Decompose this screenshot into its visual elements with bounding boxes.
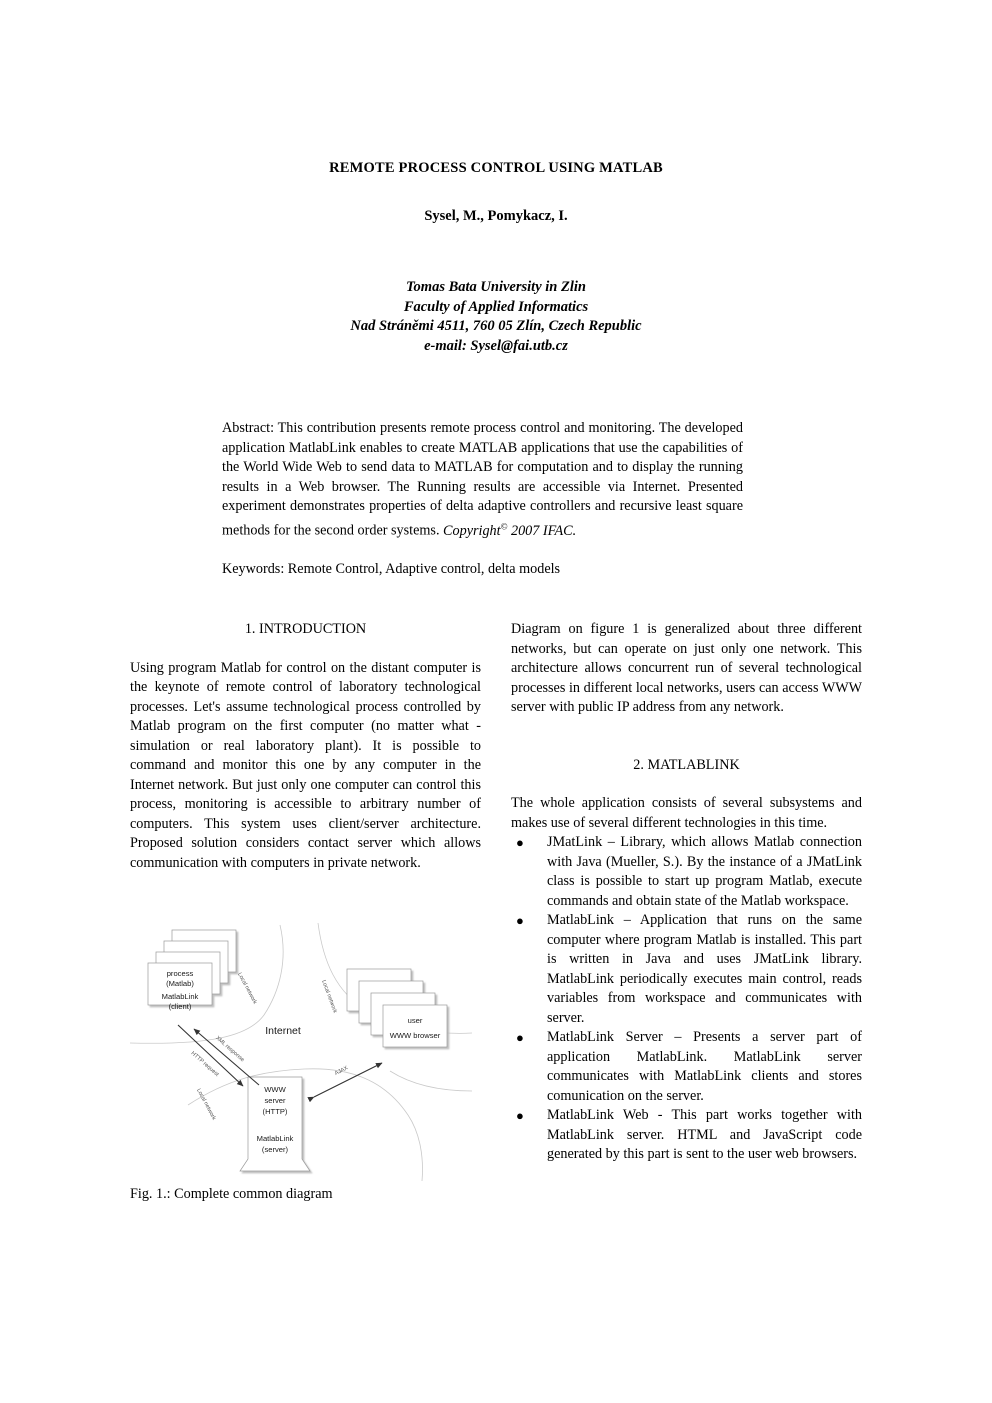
server-label-line-5: (server) bbox=[262, 1145, 289, 1154]
copyright-year: 2007 IFAC. bbox=[507, 522, 577, 539]
list-item: ● JMatLink – Library, which allows Matla… bbox=[511, 833, 862, 911]
left-column: 1. INTRODUCTION Using program Matlab for… bbox=[130, 620, 481, 873]
bullet-icon: ● bbox=[516, 1030, 524, 1045]
process-label-line-4: (client) bbox=[169, 1002, 192, 1011]
list-item: ● MatlabLink Web - This part works toget… bbox=[511, 1106, 862, 1165]
abstract-block: Abstract: This contribution presents rem… bbox=[222, 419, 743, 580]
affiliation-line-3: Nad Stráněmi 4511, 760 05 Zlín, Czech Re… bbox=[350, 318, 642, 334]
intro-paragraph: Using program Matlab for control on the … bbox=[130, 659, 481, 871]
server-label-line-4: MatlabLink bbox=[257, 1134, 294, 1143]
server-label-line-2: server bbox=[264, 1096, 286, 1105]
local-network-label-3: Local network bbox=[195, 1088, 217, 1121]
user-label-line-1: user bbox=[408, 1016, 423, 1025]
server-label-line-1: WWW bbox=[264, 1085, 286, 1094]
server-label-line-3: (HTTP) bbox=[263, 1107, 288, 1116]
matlablink-subsystem-list: ● JMatLink – Library, which allows Matla… bbox=[511, 833, 862, 1165]
list-item-text: JMatLink – Library, which allows Matlab … bbox=[547, 834, 862, 909]
ajax-arrow bbox=[307, 1062, 383, 1103]
list-item: ● MatlabLink Server – Presents a server … bbox=[511, 1028, 862, 1106]
user-label-line-2: WWW browser bbox=[390, 1031, 441, 1040]
paper-page: REMOTE PROCESS CONTROL USING MATLAB Syse… bbox=[0, 0, 992, 1403]
xml-response-arrow bbox=[193, 1028, 260, 1086]
bullet-icon: ● bbox=[516, 835, 524, 850]
local-network-label-1: Local network bbox=[236, 972, 258, 1005]
right-column: Diagram on figure 1 is generalized about… bbox=[511, 620, 862, 1165]
figure-1-caption: Fig. 1.: Complete common diagram bbox=[130, 1186, 333, 1202]
local-network-label-2: Local network bbox=[320, 979, 338, 1014]
right-paragraph-2: The whole application consists of severa… bbox=[511, 795, 862, 831]
abstract-text: Abstract: This contribution presents rem… bbox=[222, 419, 743, 541]
affiliation-line-2: Faculty of Applied Informatics bbox=[403, 298, 589, 315]
figure-1-diagram: process (Matlab) MatlabLink (client) use… bbox=[128, 919, 474, 1187]
process-label-line-1: process bbox=[167, 969, 194, 978]
bullet-icon: ● bbox=[516, 1108, 524, 1123]
copyright-notice: Copyright© 2007 IFAC. bbox=[443, 521, 577, 539]
list-item-text: MatlabLink Web - This part works togethe… bbox=[547, 1107, 862, 1162]
process-label-line-2: (Matlab) bbox=[166, 979, 194, 988]
keywords-line: Keywords: Remote Control, Adaptive contr… bbox=[222, 561, 561, 578]
abstract-body: Abstract: This contribution presents rem… bbox=[222, 420, 743, 539]
http-request-label: HTTP request bbox=[190, 1051, 220, 1079]
list-item-text: MatlabLink Server – Presents a server pa… bbox=[547, 1029, 862, 1104]
process-label-line-3: MatlabLink bbox=[162, 992, 199, 1001]
list-item-text: MatlabLink – Application that runs on th… bbox=[547, 912, 862, 1026]
ajax-label: AJAX bbox=[334, 1065, 349, 1077]
copyright-word: Copyright bbox=[443, 522, 501, 539]
section-heading-matlablink: 2. MATLABLINK bbox=[633, 756, 740, 773]
bullet-icon: ● bbox=[516, 913, 524, 928]
affiliation-block: Tomas Bata University in Zlin Faculty of… bbox=[130, 278, 862, 356]
affiliation-email: e-mail: Sysel@fai.utb.cz bbox=[424, 337, 568, 354]
internet-label: Internet bbox=[265, 1025, 301, 1037]
author-list: Sysel, M., Pomykacz, I. bbox=[424, 208, 568, 224]
list-item: ● MatlabLink – Application that runs on … bbox=[511, 911, 862, 1028]
affiliation-line-1: Tomas Bata University in Zlin bbox=[406, 279, 586, 295]
section-heading-introduction: 1. INTRODUCTION bbox=[244, 621, 367, 637]
right-paragraph-1: Diagram on figure 1 is generalized about… bbox=[511, 621, 862, 715]
page-title: REMOTE PROCESS CONTROL USING MATLAB bbox=[329, 160, 663, 176]
